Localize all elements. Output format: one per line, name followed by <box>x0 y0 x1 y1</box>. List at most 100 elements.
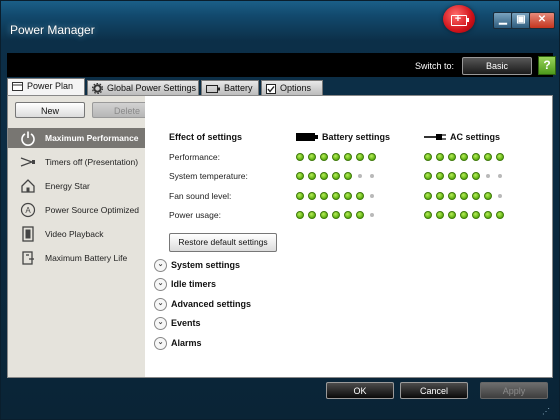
level-dot-filled <box>344 211 352 219</box>
level-dot-filled <box>320 153 328 161</box>
tab-power-plan[interactable]: Power Plan <box>7 78 85 95</box>
film-icon <box>22 226 34 242</box>
power-usage-label: Power usage: <box>169 210 221 220</box>
level-dot-filled <box>460 172 468 180</box>
battery-icon <box>206 84 220 93</box>
section-label: Advanced settings <box>171 298 252 309</box>
plan-timers-off[interactable]: Timers off (Presentation) <box>8 152 145 172</box>
plan-maximum-battery-life[interactable]: Maximum Battery Life <box>8 248 145 268</box>
level-dot-filled <box>424 153 432 161</box>
level-dot-filled <box>332 192 340 200</box>
level-dot-filled <box>424 192 432 200</box>
ok-button[interactable]: OK <box>326 382 394 399</box>
level-dot-filled <box>344 153 352 161</box>
section-system-settings[interactable]: ⌄ System settings <box>154 259 240 273</box>
page-icon <box>12 82 23 92</box>
level-dot-filled <box>460 153 468 161</box>
level-dot-filled <box>368 153 376 161</box>
level-dot-filled <box>436 192 444 200</box>
tab-global-power-settings[interactable]: Global Power Settings <box>87 80 199 95</box>
switch-basic-button[interactable]: Basic <box>462 57 532 75</box>
level-dot-filled <box>472 172 480 180</box>
plan-maximum-performance[interactable]: Maximum Performance <box>8 128 145 148</box>
resize-grip[interactable]: ⋰ <box>542 407 552 417</box>
tab-panel: New Delete Maximum Performance Timers of… <box>7 95 553 378</box>
plan-label: Maximum Battery Life <box>45 253 128 263</box>
level-dot-filled <box>308 211 316 219</box>
minimize-button[interactable]: ▁ <box>493 12 513 29</box>
level-dot-filled <box>436 153 444 161</box>
level-dot-filled <box>448 192 456 200</box>
level-dot-filled <box>296 172 304 180</box>
level-dot-empty <box>358 174 362 178</box>
cancel-button[interactable]: Cancel <box>400 382 468 399</box>
level-dot-filled <box>332 211 340 219</box>
top-toolbar: Switch to: Basic ? <box>7 53 556 77</box>
plan-power-source-optimized[interactable]: A Power Source Optimized <box>8 200 145 220</box>
level-dot-filled <box>436 172 444 180</box>
level-dot-filled <box>344 172 352 180</box>
level-dot-empty <box>370 174 374 178</box>
house-icon <box>21 179 35 193</box>
battery-life-icon <box>22 251 34 265</box>
tab-strip: Power Plan Global Power Settings Battery… <box>7 78 553 95</box>
section-label: System settings <box>171 259 241 270</box>
section-alarms[interactable]: ⌄ Alarms <box>154 337 202 351</box>
close-button[interactable]: ✕ <box>529 12 555 29</box>
chevron-down-icon: ⌄ <box>154 278 167 291</box>
plan-settings: Effect of settings Battery settings AC s… <box>145 96 552 377</box>
level-dot-filled <box>356 211 364 219</box>
level-dot-filled <box>484 153 492 161</box>
plan-label: Power Source Optimized <box>45 205 140 215</box>
chevron-down-icon: ⌄ <box>154 259 167 272</box>
section-idle-timers[interactable]: ⌄ Idle timers <box>154 278 216 292</box>
level-dot-filled <box>448 211 456 219</box>
new-plan-button[interactable]: New <box>15 102 85 118</box>
plan-energy-star[interactable]: Energy Star <box>8 176 145 196</box>
level-dot-empty <box>498 194 502 198</box>
level-dot-filled <box>472 192 480 200</box>
plug-icon <box>424 134 446 140</box>
level-dot-filled <box>460 192 468 200</box>
gear-icon <box>92 83 103 95</box>
level-dot-filled <box>296 211 304 219</box>
tab-options[interactable]: Options <box>261 80 323 95</box>
level-dot-filled <box>448 172 456 180</box>
dialog-footer: OK Cancel Apply <box>7 379 553 419</box>
plan-label: Timers off (Presentation) <box>45 157 139 167</box>
plan-video-playback[interactable]: Video Playback <box>8 224 145 244</box>
svg-text:A: A <box>25 206 31 215</box>
window-title: Power Manager <box>10 23 95 37</box>
power-manager-window: Power Manager + ▁ ▣ ✕ Switch to: Basic ?… <box>0 0 560 420</box>
presentation-icon <box>20 157 35 167</box>
level-dot-filled <box>484 211 492 219</box>
section-label: Alarms <box>171 337 202 348</box>
level-dot-empty <box>486 174 490 178</box>
battery-header-icon <box>296 133 318 141</box>
plan-label: Maximum Performance <box>45 133 139 143</box>
apply-button[interactable]: Apply <box>480 382 548 399</box>
switch-to-label: Switch to: <box>415 61 455 71</box>
level-dot-filled <box>308 172 316 180</box>
title-bar[interactable]: Power Manager + ▁ ▣ ✕ <box>1 1 559 51</box>
maximize-button[interactable]: ▣ <box>511 12 531 29</box>
level-dot-filled <box>496 211 504 219</box>
level-dot-empty <box>498 174 502 178</box>
level-dot-filled <box>296 153 304 161</box>
performance-label: Performance: <box>169 152 221 162</box>
tab-label: Options <box>280 83 312 93</box>
restore-defaults-button[interactable]: Restore default settings <box>169 233 277 252</box>
section-advanced-settings[interactable]: ⌄ Advanced settings <box>154 298 251 312</box>
level-dot-filled <box>496 153 504 161</box>
ac-settings-header: AC settings <box>450 132 501 142</box>
level-dot-filled <box>424 211 432 219</box>
tab-label: Battery <box>224 83 253 93</box>
level-dot-empty <box>370 213 374 217</box>
section-events[interactable]: ⌄ Events <box>154 317 201 331</box>
level-dot-filled <box>320 211 328 219</box>
power-icon <box>21 131 35 146</box>
plan-label: Energy Star <box>45 181 90 191</box>
tab-battery[interactable]: Battery <box>201 80 259 95</box>
help-icon[interactable]: ? <box>538 56 556 75</box>
level-dot-filled <box>356 153 364 161</box>
